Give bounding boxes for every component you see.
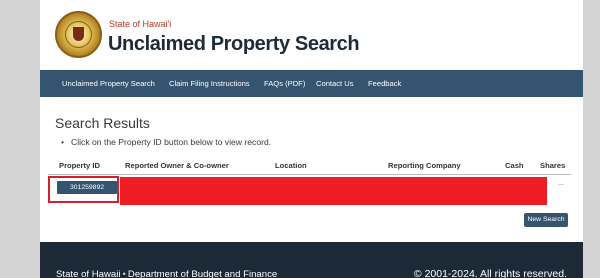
column-header-cash: Cash	[505, 161, 524, 170]
column-header-property-id: Property ID	[59, 161, 100, 170]
new-search-button[interactable]: New Search	[524, 213, 568, 227]
nav-item-claim-filing-instructions[interactable]: Claim Filing Instructions	[169, 70, 250, 97]
footer-state-link[interactable]: State of Hawaii	[56, 269, 121, 278]
column-header-location: Location	[275, 161, 307, 170]
results-title: Search Results	[55, 115, 150, 131]
page: State of Hawai'i Unclaimed Property Sear…	[40, 0, 583, 278]
footer-separator: •	[122, 269, 126, 278]
nav-item-unclaimed-property-search[interactable]: Unclaimed Property Search	[62, 70, 155, 97]
footer-left: State of Hawaii • Department of Budget and…	[56, 269, 277, 278]
state-seal-logo[interactable]	[55, 11, 102, 58]
nav-item-faqs[interactable]: FAQs (PDF)	[264, 70, 305, 97]
redaction-bar	[120, 177, 547, 205]
main-nav: Unclaimed Property Search Claim Filing I…	[40, 70, 583, 97]
table-cell-shares: ...	[558, 180, 564, 187]
property-id-button[interactable]: 301259892	[57, 181, 117, 194]
site-footer: State of Hawaii • Department of Budget and…	[40, 242, 583, 278]
results-hint: Click on the Property ID button below to…	[61, 137, 271, 147]
column-header-reporting-company: Reporting Company	[388, 161, 461, 170]
column-header-shares: Shares	[540, 161, 566, 170]
site-header: State of Hawai'i Unclaimed Property Sear…	[40, 0, 583, 70]
column-header-owner: Reported Owner & Co-owner	[125, 161, 229, 170]
table-header-divider	[48, 174, 571, 175]
nav-item-contact-us[interactable]: Contact Us	[316, 70, 354, 97]
footer-department-link[interactable]: Department of Budget and Finance	[128, 269, 277, 278]
footer-copyright: © 2001-2024. All rights reserved.	[413, 268, 567, 278]
site-title[interactable]: Unclaimed Property Search	[108, 33, 360, 56]
nav-item-feedback[interactable]: Feedback	[368, 70, 401, 97]
state-line: State of Hawai'i	[109, 19, 172, 29]
seal-shield-icon	[73, 27, 84, 41]
